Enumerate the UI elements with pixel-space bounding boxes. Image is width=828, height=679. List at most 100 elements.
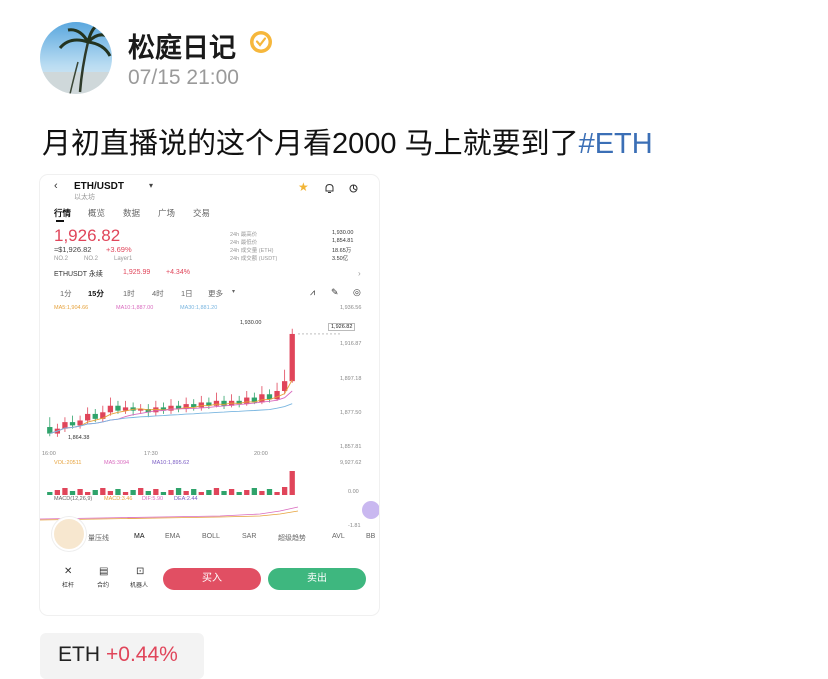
tag-3[interactable]: Layer1 <box>114 256 132 262</box>
chevron-right-icon[interactable]: › <box>358 269 361 278</box>
interval-15m[interactable]: 15分 <box>88 288 104 299</box>
indicator-avl[interactable]: AVL <box>332 533 345 540</box>
volume-bar <box>62 488 68 495</box>
back-icon[interactable]: ‹ <box>54 180 58 192</box>
ma5-label: MA5:1,904.66 <box>54 305 89 311</box>
candle-body <box>69 422 76 426</box>
candle-body <box>221 400 227 406</box>
buy-button[interactable]: 买入 <box>163 568 261 590</box>
interval-1h[interactable]: 1时 <box>123 288 135 299</box>
perp-label[interactable]: ETHUSDT 永续 <box>54 269 103 279</box>
interval-1m[interactable]: 1分 <box>60 288 72 299</box>
tab-trade[interactable]: 交易 <box>193 207 210 219</box>
perp-change: +4.34% <box>166 269 190 276</box>
share-icon[interactable] <box>348 183 359 194</box>
tag-1[interactable]: NO.2 <box>54 256 68 262</box>
stat-label-low: 24h 最低价 <box>230 240 258 246</box>
avatar-image <box>40 22 112 94</box>
indicator-ema[interactable]: EMA <box>165 533 180 540</box>
sell-button[interactable]: 卖出 <box>268 568 366 590</box>
nav-leverage[interactable]: 杠杆 <box>62 580 74 589</box>
nav-robot[interactable]: 机器人 <box>130 580 148 589</box>
time-axis-1: 16:00 <box>42 451 56 457</box>
indicator-icon[interactable]: ⩘ <box>310 287 315 298</box>
volume-bar <box>54 490 61 495</box>
settings-icon[interactable]: ◎ <box>353 287 361 298</box>
volume-bar <box>281 487 288 495</box>
verified-badge-icon <box>250 31 272 53</box>
volume-bar <box>183 491 189 495</box>
volume-bar <box>251 488 257 495</box>
vol-ma5-label: MA5:3094 <box>104 460 130 466</box>
volume-bar <box>47 492 53 495</box>
post-body: 月初直播说的这个月看2000 马上就要到了 <box>42 128 579 160</box>
eth-price-chip[interactable]: ETH +0.44% <box>40 633 204 679</box>
draw-tool-icon[interactable]: ✎ <box>331 287 339 298</box>
volume-chart <box>47 471 295 495</box>
chip-change: +0.44% <box>106 643 178 666</box>
tag-2[interactable]: NO.2 <box>84 256 98 262</box>
author-name[interactable]: 松庭日记 <box>128 26 236 65</box>
pair-subtitle: 以太坊 <box>74 194 95 201</box>
stat-value-volume: 18.65万 <box>332 248 352 254</box>
tab-data[interactable]: 数据 <box>123 207 140 219</box>
interval-4h[interactable]: 4时 <box>152 288 164 299</box>
pair-name[interactable]: ETH/USDT <box>74 181 124 192</box>
volume-bar <box>266 489 273 495</box>
avatar[interactable] <box>40 22 112 94</box>
volume-bar <box>198 492 204 495</box>
leverage-icon[interactable]: ✕ <box>64 566 72 577</box>
tab-overview[interactable]: 概览 <box>88 207 105 219</box>
pair-dropdown-icon[interactable]: ▾ <box>149 181 153 190</box>
indicator-bb[interactable]: BB <box>366 533 375 540</box>
volume-bar <box>206 490 212 495</box>
vol-axis: 9,927.62 <box>340 460 362 466</box>
post-text: 月初直播说的这个月看2000 马上就要到了#ETH <box>42 120 653 162</box>
volume-bar <box>100 488 106 495</box>
price-usd: ≈$1,926.82 <box>54 245 92 254</box>
post-time: 07/15 21:00 <box>128 66 239 89</box>
nav-contract[interactable]: 合约 <box>97 580 109 589</box>
volume-bar <box>259 491 265 495</box>
indicator-ma[interactable]: MA <box>134 533 145 540</box>
candle-body <box>85 413 91 421</box>
tab-square[interactable]: 广场 <box>158 207 175 219</box>
indicator-sar[interactable]: SAR <box>242 533 256 540</box>
tab-indicator <box>56 220 64 222</box>
volume-bar <box>92 490 98 495</box>
favorite-star-icon[interactable]: ★ <box>298 180 309 194</box>
volume-bar <box>228 489 235 495</box>
stat-label-turnover: 24h 成交额 (USDT) <box>230 256 278 262</box>
volume-bar <box>107 491 114 495</box>
interval-1d[interactable]: 1日 <box>181 288 193 299</box>
contract-icon[interactable]: ▤ <box>99 566 108 577</box>
volume-bar <box>213 488 220 495</box>
volume-bar <box>115 489 121 495</box>
alert-bell-icon[interactable] <box>324 183 335 194</box>
more-dropdown-icon[interactable]: ▾ <box>232 288 235 295</box>
indicator-vwap[interactable]: 量压线 <box>88 533 109 543</box>
candle-body <box>198 402 204 408</box>
volume-bar <box>145 491 151 495</box>
candlestick-chart[interactable] <box>40 315 340 450</box>
volume-bar <box>191 489 197 495</box>
volume-bar <box>160 492 167 495</box>
volume-bar <box>168 490 174 495</box>
tab-market[interactable]: 行情 <box>54 207 71 219</box>
volume-bar <box>138 488 144 495</box>
ma30-label: MA30:1,881.20 <box>180 305 218 311</box>
indicator-supertrend[interactable]: 超级趋势 <box>278 533 306 543</box>
indicator-boll[interactable]: BOLL <box>202 533 220 540</box>
interval-more[interactable]: 更多 <box>208 288 223 299</box>
live-streamer-avatar[interactable] <box>52 517 86 551</box>
macd-label: MACD(12,26,9) <box>54 496 93 502</box>
time-axis-2: 17:30 <box>144 451 158 457</box>
robot-icon[interactable]: ⊡ <box>136 566 144 577</box>
price-axis-4: 1,897.18 <box>340 376 362 382</box>
hashtag-link[interactable]: #ETH <box>579 128 653 160</box>
floating-assistant-icon[interactable] <box>362 501 379 519</box>
price-axis-5: 1,877.50 <box>340 410 362 416</box>
volume-bar <box>274 492 280 495</box>
post-image[interactable]: ‹ ETH/USDT ▾ 以太坊 ★ 行情 概览 数据 广场 交易 1,926.… <box>40 175 379 615</box>
candle-body <box>259 394 265 403</box>
